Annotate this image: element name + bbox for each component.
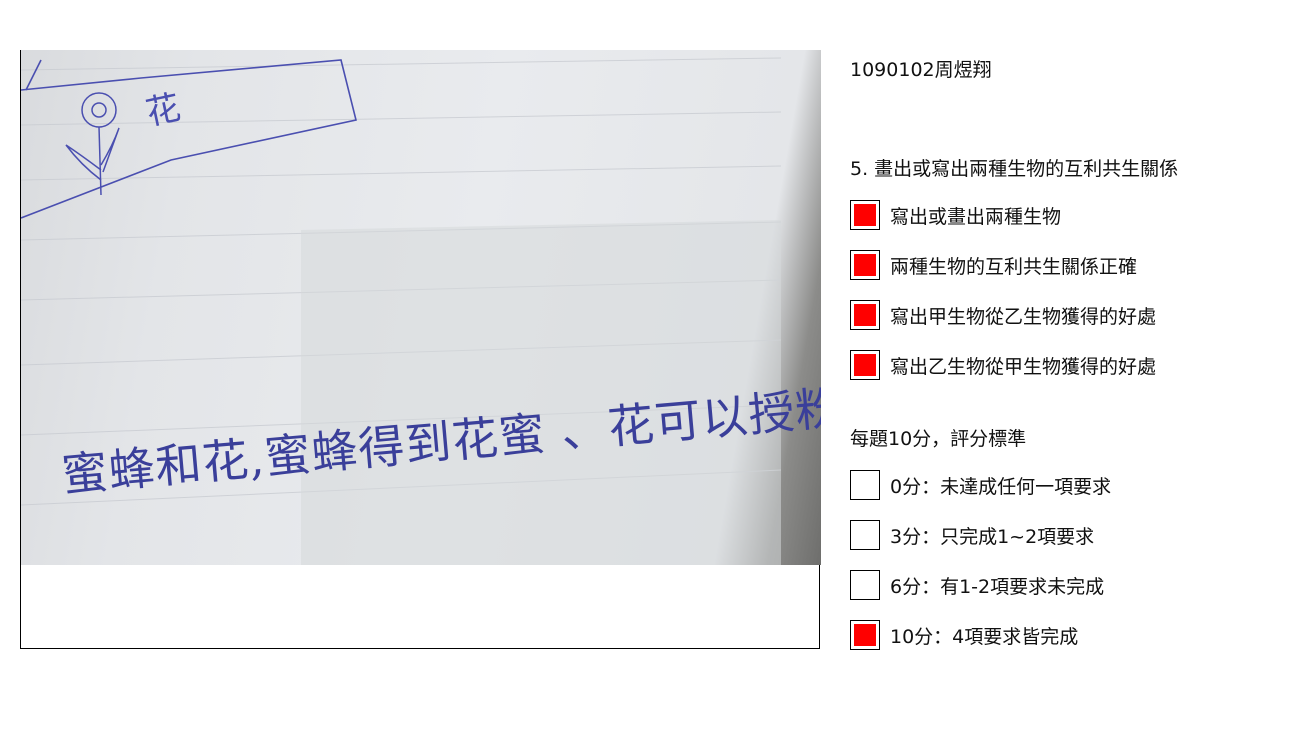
handwritten-answer-drawing: 花 蜜蜂和花,蜜蜂得到花蜜 、花可以授粉 xyxy=(21,57,821,565)
criterion-3[interactable]: 寫出甲生物從乙生物獲得的好處 xyxy=(850,300,1156,330)
score-option-10[interactable]: 10分：4項要求皆完成 xyxy=(850,620,1078,650)
criterion-4[interactable]: 寫出乙生物從甲生物獲得的好處 xyxy=(850,350,1156,380)
checked-indicator xyxy=(854,354,876,376)
score-option-6[interactable]: 6分：有1-2項要求未完成 xyxy=(850,570,1104,600)
checked-indicator xyxy=(854,624,876,646)
criterion-4-checkbox[interactable] xyxy=(850,350,880,380)
score-option-6-checkbox[interactable] xyxy=(850,570,880,600)
score-option-0[interactable]: 0分：未達成任何一項要求 xyxy=(850,470,1111,500)
drawing-label: 花 xyxy=(142,87,184,133)
checked-indicator xyxy=(854,204,876,226)
score-option-10-label: 10分：4項要求皆完成 xyxy=(890,625,1079,648)
criterion-2[interactable]: 兩種生物的互利共生關係正確 xyxy=(850,250,1137,280)
score-option-3-label: 3分：只完成1~2項要求 xyxy=(890,525,1095,548)
score-option-6-label: 6分：有1-2項要求未完成 xyxy=(890,575,1105,598)
criterion-2-label: 兩種生物的互利共生關係正確 xyxy=(890,255,1138,278)
criterion-4-label: 寫出乙生物從甲生物獲得的好處 xyxy=(890,355,1157,378)
criterion-1[interactable]: 寫出或畫出兩種生物 xyxy=(850,200,1061,230)
checked-indicator xyxy=(854,304,876,326)
answer-photo-frame: 花 蜜蜂和花,蜜蜂得到花蜜 、花可以授粉 xyxy=(20,50,821,649)
question-title: 5. 畫出或寫出兩種生物的互利共生關係 xyxy=(850,158,1179,180)
criterion-1-checkbox[interactable] xyxy=(850,200,880,230)
student-id-name: 1090102周煜翔 xyxy=(850,59,992,81)
criterion-1-label: 寫出或畫出兩種生物 xyxy=(890,205,1062,228)
score-option-3-checkbox[interactable] xyxy=(850,520,880,550)
score-option-0-checkbox[interactable] xyxy=(850,470,880,500)
score-option-10-checkbox[interactable] xyxy=(850,620,880,650)
checked-indicator xyxy=(854,254,876,276)
criterion-3-checkbox[interactable] xyxy=(850,300,880,330)
criterion-2-checkbox[interactable] xyxy=(850,250,880,280)
scoring-title: 每題10分，評分標準 xyxy=(850,428,1027,450)
score-option-3[interactable]: 3分：只完成1~2項要求 xyxy=(850,520,1094,550)
score-option-0-label: 0分：未達成任何一項要求 xyxy=(890,475,1112,498)
criterion-3-label: 寫出甲生物從乙生物獲得的好處 xyxy=(890,305,1157,328)
student-answer-photo: 花 蜜蜂和花,蜜蜂得到花蜜 、花可以授粉 xyxy=(21,50,821,565)
